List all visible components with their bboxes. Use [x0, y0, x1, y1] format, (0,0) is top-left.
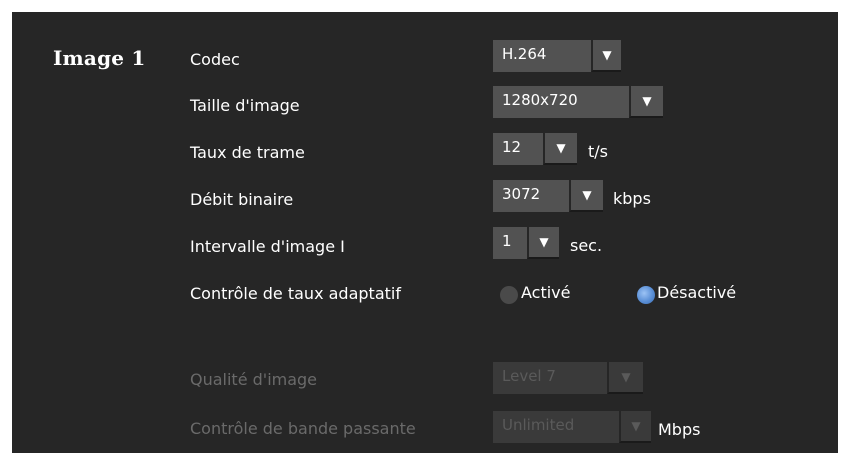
dropdown-arrow-icon[interactable]: ▼ — [607, 362, 643, 394]
image-size-select[interactable]: 1280x720 ▼ — [493, 86, 663, 118]
image-quality-value: Level 7 — [493, 362, 607, 394]
image-size-row: Taille d'image 1280x720 ▼ — [12, 86, 838, 122]
bandwidth-unit: Mbps — [658, 420, 701, 439]
radio-activated-label[interactable]: Activé — [521, 283, 571, 302]
image-size-value: 1280x720 — [493, 86, 629, 118]
radio-deactivated-label[interactable]: Désactivé — [657, 283, 736, 302]
adaptive-rate-row: Contrôle de taux adaptatif Activé Désact… — [12, 274, 838, 310]
i-frame-interval-select[interactable]: 1 ▼ — [493, 227, 559, 259]
dropdown-arrow-icon[interactable]: ▼ — [569, 180, 603, 212]
image-quality-select[interactable]: Level 7 ▼ — [493, 362, 643, 394]
bit-rate-unit: kbps — [613, 189, 651, 208]
codec-row: Codec H.264 ▼ — [12, 40, 838, 76]
i-frame-interval-row: Intervalle d'image I 1 ▼ sec. — [12, 227, 838, 263]
frame-rate-select[interactable]: 12 ▼ — [493, 133, 577, 165]
bit-rate-row: Débit binaire 3072 ▼ kbps — [12, 180, 838, 216]
dropdown-arrow-icon[interactable]: ▼ — [527, 227, 559, 259]
frame-rate-unit: t/s — [588, 142, 608, 161]
bandwidth-select[interactable]: Unlimited ▼ — [493, 411, 651, 443]
image-quality-row: Qualité d'image Level 7 ▼ — [12, 358, 838, 394]
bandwidth-label: Contrôle de bande passante — [190, 419, 416, 438]
frame-rate-row: Taux de trame 12 ▼ t/s — [12, 133, 838, 169]
bit-rate-value: 3072 — [493, 180, 569, 212]
frame-rate-value: 12 — [493, 133, 543, 165]
codec-value: H.264 — [493, 40, 591, 72]
dropdown-arrow-icon[interactable]: ▼ — [591, 40, 621, 72]
image-settings-panel: Image 1 Codec H.264 ▼ Taille d'image 128… — [12, 12, 838, 453]
bandwidth-row: Contrôle de bande passante Unlimited ▼ M… — [12, 409, 838, 445]
image-quality-label: Qualité d'image — [190, 370, 318, 389]
frame-rate-label: Taux de trame — [190, 143, 305, 162]
i-frame-interval-label: Intervalle d'image I — [190, 237, 345, 256]
bit-rate-select[interactable]: 3072 ▼ — [493, 180, 603, 212]
dropdown-arrow-icon[interactable]: ▼ — [543, 133, 577, 165]
radio-deactivated-icon[interactable] — [637, 286, 655, 304]
codec-select[interactable]: H.264 ▼ — [493, 40, 621, 72]
radio-activated-icon[interactable] — [500, 286, 518, 304]
image-size-label: Taille d'image — [190, 96, 300, 115]
dropdown-arrow-icon[interactable]: ▼ — [619, 411, 651, 443]
bit-rate-label: Débit binaire — [190, 190, 294, 209]
bandwidth-value: Unlimited — [493, 411, 619, 443]
dropdown-arrow-icon[interactable]: ▼ — [629, 86, 663, 118]
adaptive-rate-label: Contrôle de taux adaptatif — [190, 284, 401, 303]
codec-label: Codec — [190, 50, 240, 69]
i-frame-interval-value: 1 — [493, 227, 527, 259]
i-frame-interval-unit: sec. — [570, 236, 603, 255]
